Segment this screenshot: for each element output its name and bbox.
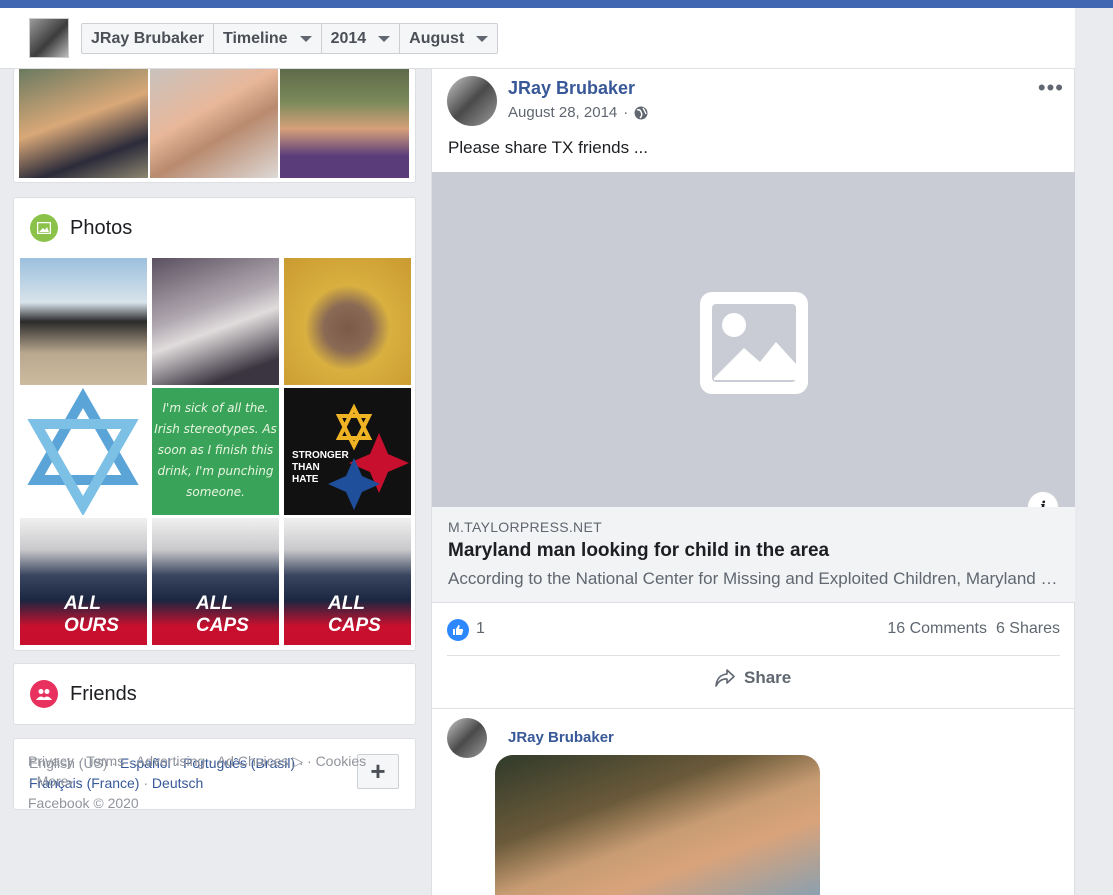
shares-count[interactable]: 6 Shares — [996, 620, 1060, 638]
photo-tile[interactable]: ALL CAPS — [152, 518, 279, 645]
footer-link[interactable]: Ad Choices — [217, 753, 289, 769]
chevron-down-icon — [299, 35, 312, 42]
post-author[interactable]: JRay Brubaker — [508, 729, 614, 746]
crumb-profile-name[interactable]: JRay Brubaker — [82, 24, 214, 53]
right-gutter — [1075, 8, 1113, 895]
adchoices-icon: ▷ — [292, 753, 304, 769]
copyright: Facebook © 2020 — [28, 795, 139, 811]
like-count[interactable]: 1 — [476, 620, 485, 638]
photos-card: Photos I'm sick of all the. Irish stereo… — [13, 197, 416, 651]
post-stats: 1 16 Comments 6 Shares — [447, 616, 1060, 656]
share-arrow-icon — [715, 669, 735, 687]
profile-avatar[interactable] — [29, 18, 69, 58]
chevron-down-icon: ▾ — [68, 778, 73, 788]
friends-icon — [30, 680, 58, 708]
timeline-post: JRay Brubaker August 28, 2014 · ••• Plea… — [431, 69, 1075, 709]
post-date[interactable]: August 28, 2014 — [508, 104, 617, 121]
friends-heading[interactable]: Friends — [30, 680, 137, 708]
featured-photo-1[interactable] — [19, 69, 148, 178]
comments-count[interactable]: 16 Comments — [887, 620, 987, 638]
footer-link-more[interactable]: More — [37, 773, 69, 789]
chevron-down-icon — [476, 35, 489, 42]
more-options-icon[interactable]: ••• — [1038, 75, 1064, 101]
footer-link[interactable]: Terms — [86, 753, 124, 769]
link-preview-image[interactable]: i — [432, 172, 1075, 523]
site-footer: Privacy · Terms · Advertising · Ad Choic… — [28, 753, 367, 811]
link-preview-meta[interactable]: M.TAYLORPRESS.NET Maryland man looking f… — [432, 507, 1075, 603]
footer-link[interactable]: Privacy — [28, 753, 74, 769]
photo-tile[interactable]: STRONGER THAN HATE — [284, 388, 411, 515]
share-button[interactable]: Share — [714, 668, 791, 688]
timeline-post-2: JRay Brubaker — [431, 708, 1075, 895]
top-blue-bar — [0, 0, 1113, 8]
photo-tile[interactable]: I'm sick of all the. Irish stereotypes. … — [152, 388, 279, 515]
image-placeholder-icon — [700, 292, 808, 394]
featured-photos-card — [13, 68, 416, 183]
photos-heading[interactable]: Photos — [30, 214, 132, 242]
crumb-year[interactable]: 2014 — [322, 24, 401, 53]
timeline-header: JRay Brubaker Timeline 2014 August — [0, 8, 1075, 69]
post-author[interactable]: JRay Brubaker — [508, 78, 635, 99]
post-meta: August 28, 2014 · — [508, 104, 648, 121]
globe-icon[interactable] — [634, 106, 648, 120]
author-avatar[interactable] — [447, 718, 487, 758]
footer-link[interactable]: Advertising — [136, 753, 205, 769]
link-description: According to the National Center for Mis… — [448, 569, 1060, 588]
footer-link[interactable]: Cookies — [316, 753, 367, 769]
like-reaction-icon[interactable] — [447, 619, 469, 641]
photos-icon — [30, 214, 58, 242]
breadcrumb: JRay Brubaker Timeline 2014 August — [81, 23, 499, 54]
crumb-timeline[interactable]: Timeline — [214, 24, 322, 53]
photo-tile[interactable]: ALL CAPS — [284, 518, 411, 645]
chevron-down-icon — [378, 35, 391, 42]
post-photo[interactable] — [495, 755, 820, 895]
link-domain: M.TAYLORPRESS.NET — [448, 519, 602, 535]
crumb-month[interactable]: August — [400, 24, 497, 53]
featured-photo-3[interactable] — [280, 69, 409, 178]
featured-photo-2[interactable] — [150, 69, 278, 178]
star-of-david-icon — [27, 388, 139, 515]
author-avatar[interactable] — [447, 76, 497, 126]
photo-tile[interactable]: ALL OURS — [20, 518, 147, 645]
photo-tile[interactable] — [152, 258, 279, 385]
photo-tile[interactable] — [284, 258, 411, 385]
post-text: Please share TX friends ... — [448, 138, 649, 157]
friends-card: Friends — [13, 663, 416, 725]
link-title: Maryland man looking for child in the ar… — [448, 540, 830, 561]
photo-tile[interactable] — [20, 388, 147, 515]
photo-tile[interactable] — [20, 258, 147, 385]
